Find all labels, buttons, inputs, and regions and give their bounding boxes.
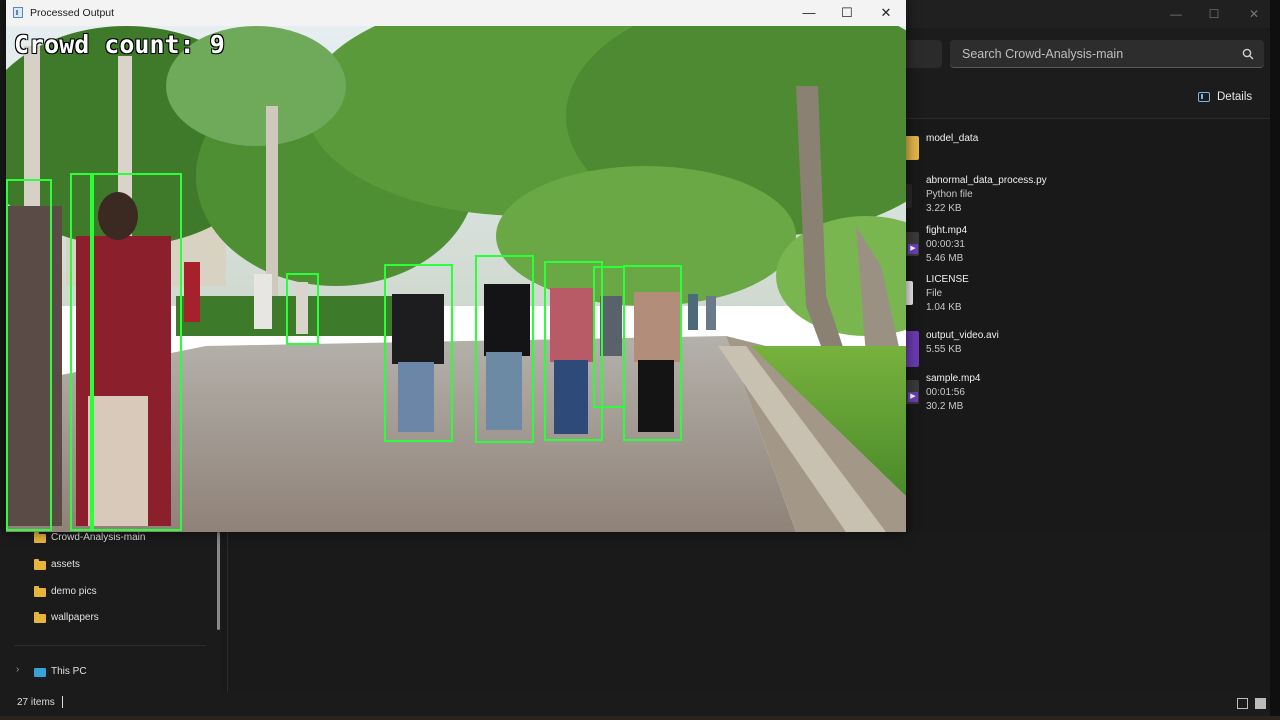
file-item-output-video[interactable]: output_video.avi 5.55 KB [906,329,1270,373]
computer-icon [34,667,46,677]
address-bar[interactable] [906,40,942,68]
nav-scrollbar[interactable] [217,532,220,630]
explorer-close-button[interactable]: ✕ [1246,6,1262,22]
crowd-count-value: 9 [209,30,225,59]
app-icon [13,7,23,18]
file-name: sample.mp4 [926,373,981,384]
details-view-toggle[interactable] [1237,698,1248,709]
search-input[interactable]: Search Crowd-Analysis-main [950,40,1264,68]
file-name: abnormal_data_process.py [926,175,1047,186]
detection-box-person-8 [593,266,625,408]
file-size: 1.04 KB [926,302,962,313]
tiles-view-toggle[interactable] [1255,698,1266,709]
content-pane [228,532,1270,692]
file-item-model-data[interactable]: model_data [906,132,1270,176]
search-placeholder: Search Crowd-Analysis-main [962,47,1124,61]
folder-icon [34,611,46,623]
detection-box-person-6 [475,255,534,443]
nav-item-label: This PC [51,666,87,677]
item-count: 27 items [17,697,55,708]
processed-output-window: Processed Output — ☐ ✕ Crowd count: 9 [6,0,906,532]
minimize-button[interactable]: — [800,4,818,22]
explorer-maximize-button[interactable]: ☐ [1206,6,1222,22]
detection-box-person-1 [6,179,52,531]
details-label: Details [1217,91,1253,103]
play-icon: ▶ [908,244,918,254]
file-size: 5.55 KB [926,344,962,355]
file-item-license[interactable]: LICENSE File 1.04 KB [906,273,1270,317]
crowd-count-label: Crowd count: [14,30,195,59]
file-duration: 00:01:56 [926,387,965,398]
detection-box-person-3 [92,173,182,531]
file-type: Python file [926,189,973,200]
python-file-icon [906,184,912,208]
play-icon: ▶ [908,392,918,402]
nav-item-wallpapers[interactable]: wallpapers [34,610,99,626]
file-size: 5.46 MB [926,253,964,264]
status-bar: 27 items [0,692,1270,716]
pane-divider [227,532,228,692]
status-divider [62,696,63,708]
output-titlebar[interactable]: Processed Output — ☐ ✕ [6,0,906,26]
desktop-background [1270,0,1280,720]
nav-item-assets[interactable]: assets [34,557,80,573]
detection-box-person-9 [623,265,682,441]
window-title: Processed Output [30,7,115,19]
detection-box-person-4 [286,273,319,345]
explorer-minimize-button[interactable]: — [1168,6,1184,22]
file-duration: 00:00:31 [926,239,965,250]
nav-item-this-pc[interactable]: This PC [34,664,87,680]
detection-box-person-5 [384,264,453,442]
nav-item-label: wallpapers [51,612,99,623]
detection-box-person-2 [70,173,92,531]
video-frame: Crowd count: 9 [6,26,906,532]
nav-divider [14,645,206,646]
file-item-sample-mp4[interactable]: ▶ sample.mp4 00:01:56 30.2 MB [906,372,1270,416]
maximize-button[interactable]: ☐ [838,4,856,22]
nav-item-label: assets [51,559,80,570]
file-name: model_data [926,133,979,144]
nav-item-label: demo pics [51,586,97,597]
file-type: File [926,288,943,299]
folder-icon [34,558,46,570]
file-item-fight-mp4[interactable]: ▶ fight.mp4 00:00:31 5.46 MB [906,224,1270,268]
file-item-abnormal-data-process[interactable]: abnormal_data_process.py Python file 3.2… [906,174,1270,218]
video-file-icon [906,331,919,367]
folder-icon [906,136,919,160]
detection-overlay [6,173,682,531]
close-button[interactable]: ✕ [877,4,895,22]
file-name: fight.mp4 [926,225,968,236]
details-pane-icon [1198,92,1210,102]
file-icon [906,281,913,305]
search-icon[interactable] [1242,48,1254,60]
details-button[interactable]: Details [1198,88,1252,106]
file-size: 30.2 MB [926,401,964,412]
folder-icon [34,531,46,543]
file-name: output_video.avi [926,330,999,341]
desktop-background-bottom [0,716,1280,720]
nav-item-crowd-analysis-main[interactable]: Crowd-Analysis-main [34,530,145,546]
file-name: LICENSE [926,274,969,285]
crowd-count-overlay: Crowd count: 9 [14,30,225,59]
chevron-right-icon[interactable]: › [16,664,19,675]
explorer-titlebar: — ☐ ✕ [906,0,1270,28]
file-size: 3.22 KB [926,203,962,214]
nav-item-label: Crowd-Analysis-main [51,532,146,543]
nav-item-demo-pics[interactable]: demo pics [34,584,97,600]
folder-icon [34,585,46,597]
